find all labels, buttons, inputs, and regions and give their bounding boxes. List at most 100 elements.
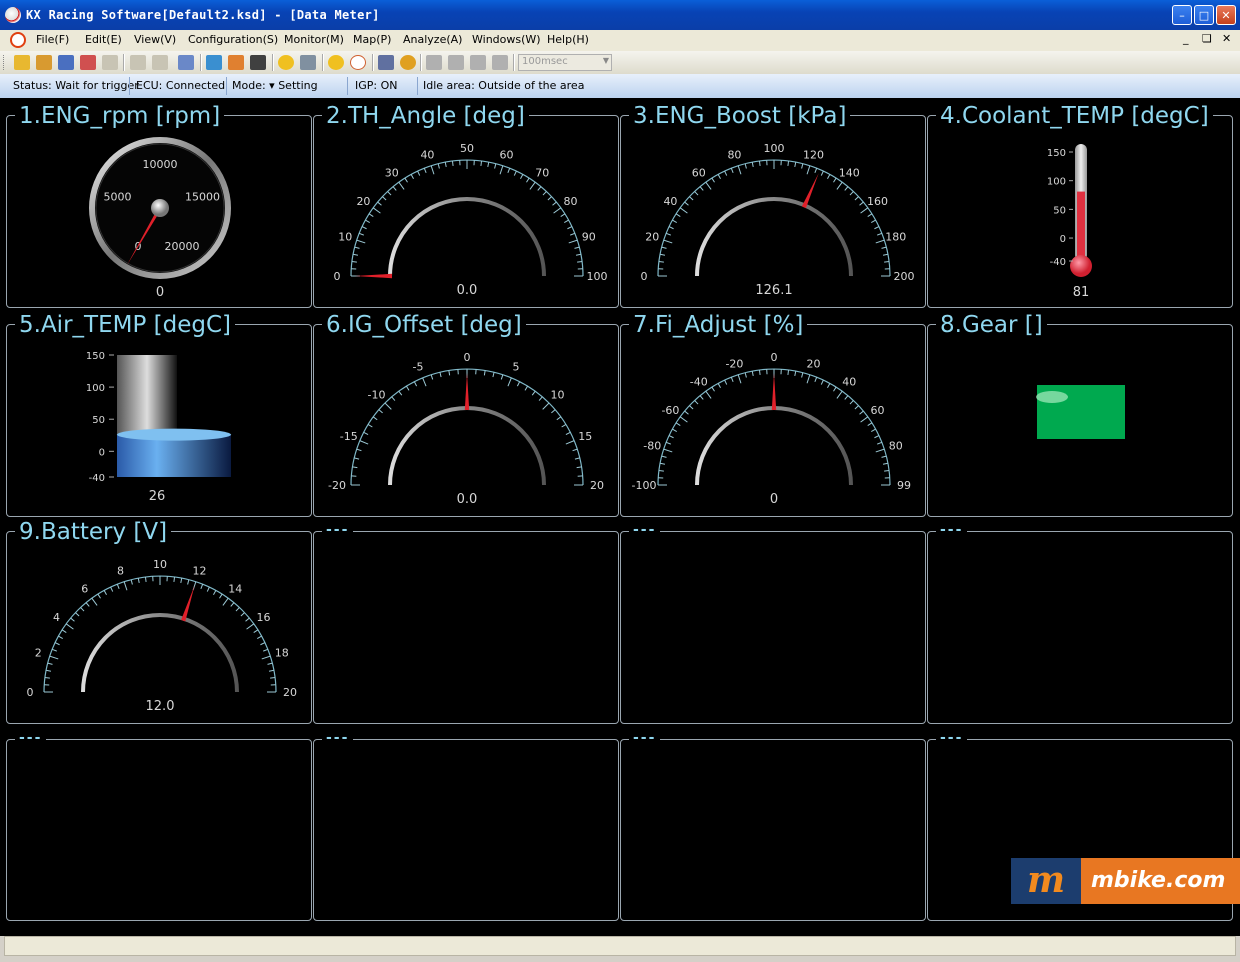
open-settings-icon[interactable] [36,55,52,70]
major-tick [679,207,688,214]
minor-tick [787,160,790,166]
horizontal-scrollbar[interactable] [4,936,1236,956]
menu-file[interactable]: File(F) [36,33,69,46]
mdi-minimize-icon[interactable]: _ [1183,32,1189,45]
major-tick [663,448,673,453]
minor-tick [391,396,396,401]
minor-tick [430,374,434,380]
title-bar[interactable]: KX Racing Software[Default2.ksd] - [Data… [0,0,1240,30]
save-icon[interactable] [58,55,74,70]
gauge-icon[interactable] [350,55,366,70]
edit-icon[interactable] [80,55,96,70]
read-ecu-icon[interactable] [228,55,244,70]
tick-label: 180 [885,230,906,243]
menu-view[interactable]: View(V) [134,33,176,46]
tick-label: 40 [420,148,434,161]
minor-tick [675,213,681,217]
menu-edit[interactable]: Edit(E) [85,33,122,46]
copy-icon[interactable] [130,55,146,70]
major-tick [356,239,366,244]
menu-help[interactable]: Help(H) [547,33,589,46]
menu-configuration[interactable]: Configuration(S) [188,33,278,46]
trigger-status: Status: Wait for trigger [13,79,139,92]
rpm-tick-label: 15000 [185,191,220,204]
panel-9-battery-v[interactable]: 9.Battery [V] 0 2 4 6 8 10 12 14 16 18 20 12.0 [6,518,312,724]
major-tick [565,440,575,445]
minor-tick [675,422,681,426]
maximize-button[interactable]: □ [1194,5,1214,25]
minor-tick [110,586,114,592]
minor-tick [526,177,530,183]
panel-2-th-angle-deg[interactable]: 2.TH_Angle [deg] 0 10 20 30 40 50 60 70 80 90 100 0… [313,102,619,308]
panel-title: --- [936,520,968,540]
mode-selector[interactable]: Mode: ▾ Setting [232,79,318,92]
major-tick [860,207,869,214]
empty-panel[interactable]: --- [620,520,926,724]
panel-6-ig-offset-deg[interactable]: 6.IG_Offset [deg] -20 -15 -10 -5 0 5 10 15 20 0.0 [313,311,619,517]
major-tick [384,402,392,410]
panel-3-eng-boost-kpa[interactable]: 3.ENG_Boost [kPa] 0 20 40 60 80 100 120 140 160 1… [620,102,926,308]
undo-icon[interactable] [102,55,118,70]
record-icon[interactable] [300,55,316,70]
panel-title: --- [322,520,354,540]
mdi-restore-icon[interactable]: ❏ [1202,32,1212,45]
minor-tick [672,219,677,223]
minor-tick [404,177,408,183]
monitor-icon[interactable] [278,55,294,70]
empty-panel[interactable]: --- [6,728,312,921]
minor-tick [54,642,60,646]
fit-width-icon[interactable] [470,55,486,70]
inner-ring [695,197,853,277]
panel-4-coolant-temp-degc[interactable]: 4.Coolant_TEMP [degC] 150 100 50 0 -40 81 [927,102,1233,308]
minimize-button[interactable]: – [1172,5,1192,25]
minor-tick [801,163,804,169]
menu-map[interactable]: Map(P) [353,33,391,46]
toolbar-grip[interactable] [3,55,7,70]
fit-height-icon[interactable] [492,55,508,70]
empty-panel[interactable]: --- [927,520,1233,724]
tick-label: -20 [328,479,346,492]
panel-7-fi-adjust[interactable]: 7.Fi_Adjust [%] -100 -80 -60 -40 -20 0 20 40 60 8… [620,311,926,517]
app-icon[interactable] [5,7,21,23]
paste-icon[interactable] [152,55,168,70]
menu-analyze[interactable]: Analyze(A) [403,33,462,46]
empty-panel[interactable]: --- [313,728,619,921]
close-button[interactable]: ✕ [1216,5,1236,25]
target-icon[interactable] [328,55,344,70]
panel-5-air-temp-degc[interactable]: 5.Air_TEMP [degC] 150 100 50 0 -40 26 [6,311,312,517]
minor-tick [576,466,582,469]
minor-tick [699,186,704,191]
empty-panel[interactable]: --- [313,520,619,724]
inner-ring [81,613,239,693]
mdi-close-icon[interactable]: ✕ [1222,32,1231,45]
panel-1-eng-rpm-rpm[interactable]: 1.ENG_rpm [rpm] 050001000015000200000 [6,102,312,308]
info-icon[interactable] [400,55,416,70]
major-tick [806,165,811,175]
zoom-vertical-icon[interactable] [426,55,442,70]
minor-tick [75,612,80,617]
minor-tick [689,196,694,201]
refresh-icon[interactable] [178,55,194,70]
minor-tick [507,167,511,173]
open-folder-icon[interactable] [14,55,30,70]
grid-icon[interactable] [250,55,266,70]
document-icon[interactable] [10,32,26,48]
panel-8-gear[interactable]: 8.Gear [] [927,311,1233,517]
menu-windows[interactable]: Windows(W) [472,33,541,46]
minor-tick [717,383,721,388]
menu-monitor[interactable]: Monitor(M) [284,33,344,46]
zoom-horizontal-icon[interactable] [448,55,464,70]
minor-tick [724,379,728,385]
analyze-icon[interactable] [378,55,394,70]
empty-panel[interactable]: --- [620,728,926,921]
gauge-svg: 050001000015000200000 [89,137,231,300]
minor-tick [833,386,837,392]
interval-select[interactable]: 100msec ▼ [518,54,612,71]
minor-tick [668,226,674,230]
major-tick [529,181,536,190]
write-ecu-icon[interactable] [206,55,222,70]
tick-label: 20 [807,357,821,370]
minor-tick [480,160,483,166]
minor-tick [574,246,580,249]
minor-tick [751,370,754,377]
